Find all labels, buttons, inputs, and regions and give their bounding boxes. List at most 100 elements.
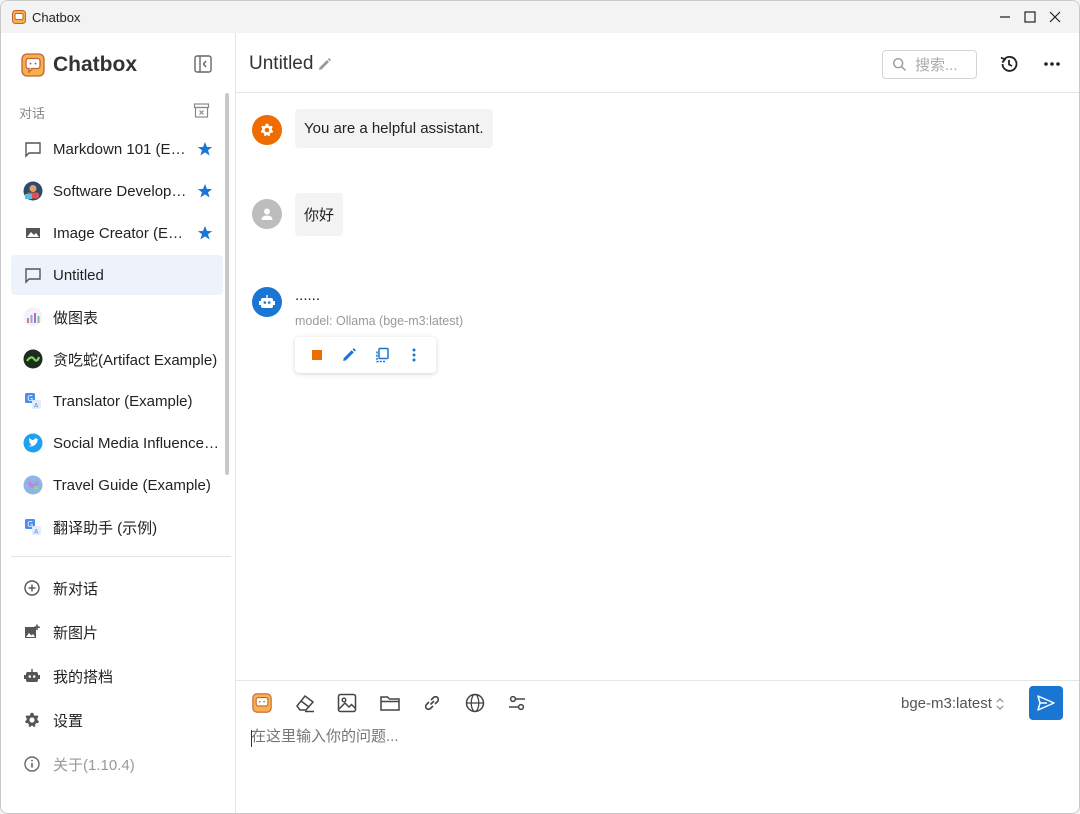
eraser-icon [295,694,314,713]
message-action-bar [295,337,436,373]
title-bar: Chatbox [1,1,1079,33]
more-vertical-icon [412,348,416,362]
assistant-avatar [252,287,282,317]
chat-bubble-icon [23,265,43,285]
attach-link-button[interactable] [420,691,444,715]
nav-label: 新对话 [53,580,99,598]
conversation-item-active[interactable]: Untitled [11,255,223,295]
edit-title-icon[interactable] [317,57,332,72]
globe-avatar-icon [23,475,43,495]
image-icon [337,693,357,713]
translate-icon: GA [23,517,43,537]
chat-title: Untitled [249,53,314,74]
gear-icon [23,711,41,729]
svg-text:A: A [34,528,39,536]
conversation-label: 做图表 [53,309,99,327]
attach-image-button[interactable] [335,691,359,715]
conversation-label: Markdown 101 (Example) [53,140,188,158]
conversation-item[interactable]: 做图表 [11,297,223,337]
archive-icon[interactable] [193,102,210,119]
more-actions-button[interactable] [405,346,423,364]
globe-icon [465,693,484,713]
section-label: 对话 [19,106,46,121]
sidebar: Chatbox 对话 Markdown 101 (Example) [1,33,236,813]
close-button[interactable] [1030,1,1079,33]
nav-label: 关于(1.10.4) [53,756,135,774]
copy-message-button[interactable] [373,346,391,364]
translate-icon: GA [23,391,43,411]
chart-avatar-icon [23,307,43,327]
conversation-item[interactable]: Travel Guide (Example) [11,465,223,505]
message-input[interactable] [251,728,1051,745]
close-icon [1049,11,1061,23]
robot-icon [23,667,41,685]
folder-icon [379,696,400,711]
chatbox-logo-icon [252,693,272,713]
chat-header: Untitled 搜索... [236,33,1079,93]
chat-settings-button[interactable] [505,691,529,715]
robot-icon [259,295,275,308]
unfold-icon [996,697,1004,710]
stop-generating-button[interactable] [308,346,326,364]
brand-name: Chatbox [53,53,137,76]
nav-label: 我的搭档 [53,668,114,686]
conversation-item[interactable]: Software Developer (Example) [11,171,223,211]
conversation-item[interactable]: Markdown 101 (Example) [11,129,223,169]
settings-button[interactable]: 设置 [11,698,223,742]
conversation-label: Social Media Influencer (Example) [53,434,223,452]
nav-label: 设置 [53,712,84,730]
my-copilots-button[interactable]: 我的搭档 [11,654,223,698]
send-button[interactable] [1029,686,1063,720]
sidebar-scrollbar[interactable] [225,93,229,475]
conversation-item[interactable]: GA Translator (Example) [11,381,223,421]
history-icon[interactable] [998,53,1020,75]
message-text: ...... [295,287,321,304]
conversation-label: 翻译助手 (示例) [53,519,158,537]
conversation-item[interactable]: Image Creator (Example) [11,213,223,253]
conversation-label: Software Developer (Example) [53,182,188,200]
model-selector[interactable]: bge-m3:latest [901,695,1005,712]
conversation-label: 贪吃蛇(Artifact Example) [53,351,218,369]
model-name: bge-m3:latest [901,695,992,712]
message-bubble: You are a helpful assistant. [295,109,493,148]
chatbox-logo-icon [21,53,45,77]
conversation-item[interactable]: 贪吃蛇(Artifact Example) [11,339,223,379]
more-options-icon[interactable] [1041,53,1063,75]
link-icon [424,695,440,711]
star-icon[interactable] [197,141,213,157]
conversation-label: Image Creator (Example) [53,224,188,242]
developer-avatar-icon [23,181,43,201]
input-toolbar [250,691,548,715]
model-info: model: Ollama (bge-m3:latest) [295,314,464,328]
conversation-label: Untitled [53,266,104,284]
chat-main: Untitled 搜索... You are a helpful assista… [236,33,1079,813]
app-window: Chatbox Chatbox 对话 Markdown 101 (Exa Sof… [0,0,1080,814]
add-circle-icon [23,579,41,597]
twitter-icon [23,433,43,453]
clear-context-button[interactable] [293,691,317,715]
copy-icon [375,347,389,363]
collapse-sidebar-icon[interactable] [193,54,213,74]
info-icon [23,755,41,773]
copilot-picker-button[interactable] [250,691,274,715]
search-icon [892,57,907,72]
conversation-label: Translator (Example) [53,392,193,410]
snake-avatar-icon [23,349,43,369]
conversation-item[interactable]: Social Media Influencer (Example) [11,423,223,463]
star-icon[interactable] [197,183,213,199]
bottom-nav: 新对话 新图片 我的搭档 设置 关于(1.10.4) [11,566,223,786]
message-bubble: 你好 [295,193,344,236]
attach-file-button[interactable] [378,691,402,715]
search-input[interactable]: 搜索... [882,50,977,79]
new-chat-button[interactable]: 新对话 [11,566,223,610]
user-avatar [252,199,282,229]
star-icon[interactable] [197,225,213,241]
web-browsing-button[interactable] [463,691,487,715]
search-placeholder: 搜索... [915,57,958,74]
conversation-item[interactable]: GA 翻译助手 (示例) [11,507,223,547]
edit-message-button[interactable] [340,346,358,364]
tune-icon [509,695,525,711]
new-image-button[interactable]: 新图片 [11,610,223,654]
about-button[interactable]: 关于(1.10.4) [11,742,223,786]
edit-icon [343,348,357,361]
